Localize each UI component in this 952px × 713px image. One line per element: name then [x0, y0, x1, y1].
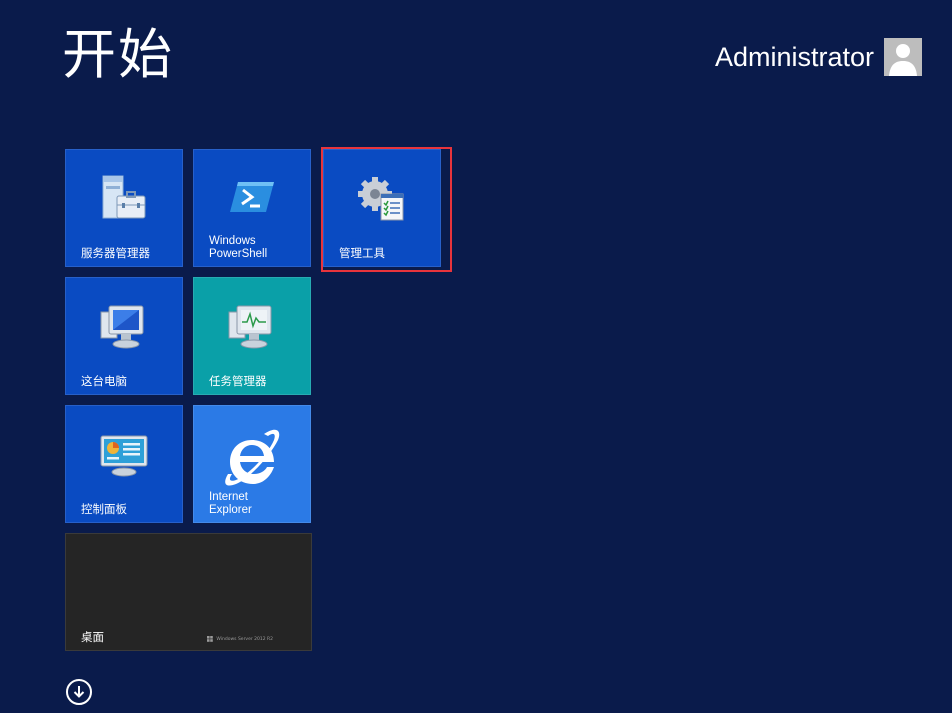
tile-label: 管理工具: [339, 248, 385, 260]
user-name: Administrator: [714, 42, 874, 72]
tile-internet-explorer[interactable]: Internet Explorer: [193, 405, 311, 523]
tile-desktop[interactable]: 桌面 Windows Server 2012 R2: [65, 533, 312, 651]
down-arrow-circle-icon: [73, 686, 85, 698]
tile-powershell[interactable]: Windows PowerShell: [193, 149, 311, 267]
powershell-icon: [230, 180, 274, 218]
internet-explorer-icon: [222, 426, 282, 492]
all-apps-button[interactable]: [66, 679, 92, 705]
server-manager-icon: [97, 174, 151, 228]
task-manager-icon: [227, 304, 277, 354]
control-panel-icon: [99, 434, 149, 482]
tile-label: 桌面: [81, 632, 104, 644]
tile-label: Windows PowerShell: [209, 235, 268, 260]
tile-label: 控制面板: [81, 504, 127, 516]
tile-label: 任务管理器: [209, 376, 267, 388]
user-account[interactable]: Administrator: [715, 38, 922, 76]
tile-label: 服务器管理器: [81, 248, 150, 260]
watermark-text: Windows Server 2012 R2: [216, 636, 273, 642]
computer-icon: [99, 304, 149, 354]
tile-label: 这台电脑: [81, 376, 127, 388]
user-avatar-icon: [884, 38, 922, 76]
admin-tools-gear-icon: [357, 176, 407, 226]
tile-task-manager[interactable]: 任务管理器: [193, 277, 311, 395]
tile-admin-tools[interactable]: 管理工具: [323, 149, 441, 267]
start-screen: 开始 Administrator 服务器管理器 Windows PowerShe…: [0, 0, 952, 713]
tile-control-panel[interactable]: 控制面板: [65, 405, 183, 523]
tile-server-manager[interactable]: 服务器管理器: [65, 149, 183, 267]
tile-this-pc[interactable]: 这台电脑: [65, 277, 183, 395]
page-title: 开始: [62, 23, 174, 86]
tile-label: Internet Explorer: [209, 491, 252, 516]
windows-server-watermark: Windows Server 2012 R2: [207, 636, 273, 642]
windows-logo-icon: [207, 636, 214, 642]
